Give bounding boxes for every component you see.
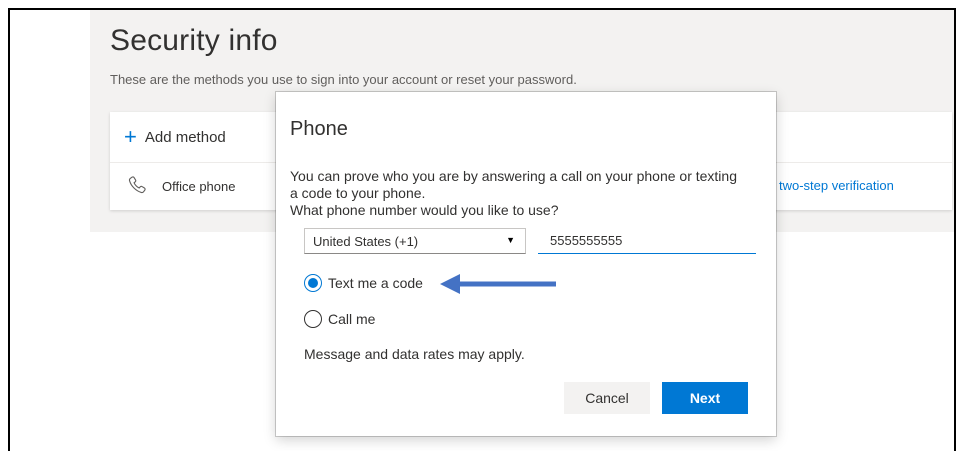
option-label: Text me a code [328,275,423,291]
dialog-description: You can prove who you are by answering a… [290,168,740,219]
radio-text-me-code[interactable] [304,274,322,292]
add-method-button[interactable]: + Add method [124,126,226,148]
phone-icon [126,174,148,199]
dialog-title: Phone [290,118,348,140]
page-title: Security info [110,24,278,57]
method-label: Office phone [162,179,236,194]
plus-icon: + [124,124,137,149]
phone-dialog: Phone You can prove who you are by answe… [276,92,776,436]
option-call-me[interactable]: Call me [304,310,375,328]
phone-number-input[interactable] [538,228,756,254]
cancel-button[interactable]: Cancel [564,382,650,414]
option-text-me-code[interactable]: Text me a code [304,274,423,292]
option-label: Call me [328,311,376,327]
enable-two-step-link[interactable]: ble two-step verification [758,178,894,193]
dropdown-arrow-icon: ▼ [506,235,515,245]
next-button[interactable]: Next [662,382,748,414]
method-row: Office phone [126,174,235,199]
page-subtitle: These are the methods you use to sign in… [110,72,577,87]
rates-note: Message and data rates may apply. [304,346,525,362]
dialog-description-text: You can prove who you are by answering a… [290,168,737,201]
add-method-label: Add method [144,128,226,146]
dialog-question: What phone number would you like to use? [290,202,559,218]
radio-call-me[interactable] [304,310,322,328]
country-code-select[interactable]: United States (+1) ▼ [304,228,526,254]
country-code-value: United States (+1) [313,233,419,249]
annotation-arrow-icon [440,274,556,294]
